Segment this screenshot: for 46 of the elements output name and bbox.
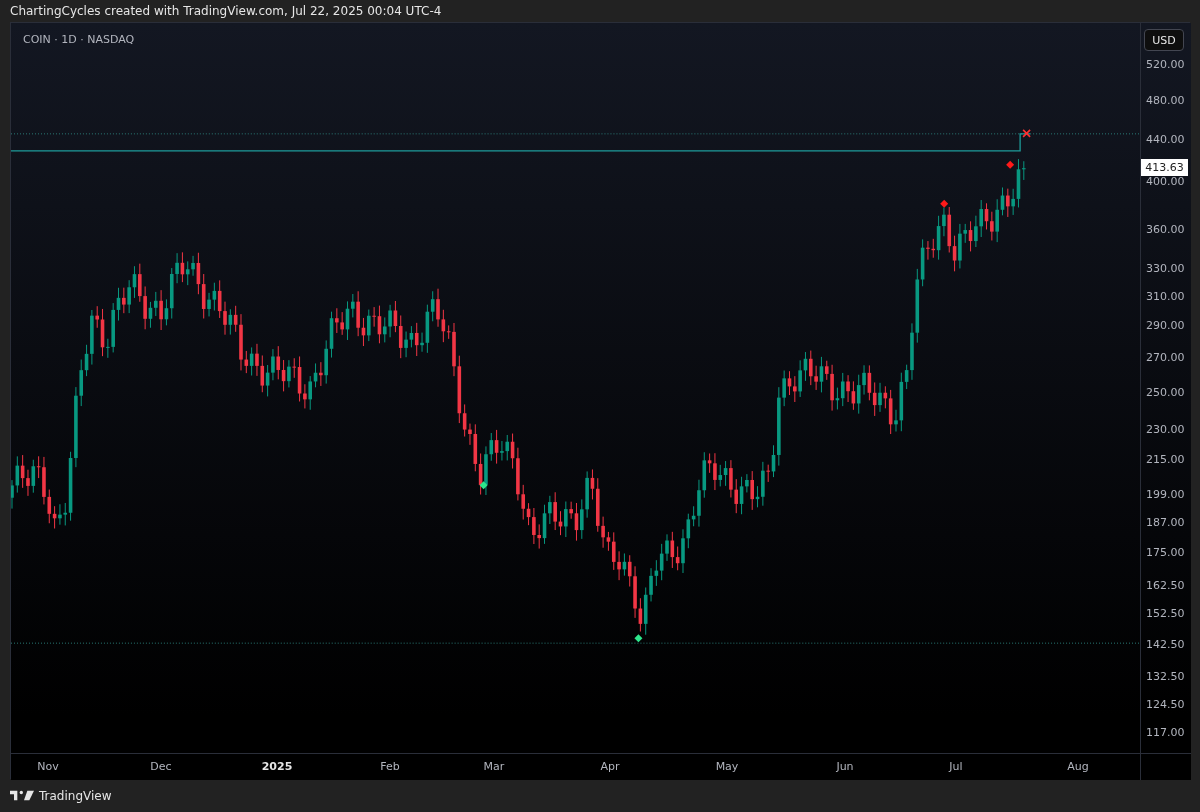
axis-corner [1141,754,1191,780]
price-label: 250.00 [1146,385,1185,399]
logo-icon [10,790,34,801]
price-axis[interactable]: USD 520.00 480.00 440.00 400.00 360.00 330.00 310.00 290.00 270.00 250.00 230.00 215.00 199.00 187.00 175.00 162.50 152.50 142.50 132.50 124.50 117.00 413.63 [1141,23,1191,754]
time-label: 2025 [260,760,294,773]
brand-name: TradingView [39,788,112,803]
time-label: Apr [599,760,621,773]
price-label: 162.50 [1146,578,1185,592]
price-label: 124.50 [1146,698,1185,712]
price-label: 310.00 [1146,289,1185,303]
cross-icon [1022,129,1031,138]
time-label: Jul [947,760,964,773]
price-label: 117.00 [1146,726,1185,739]
price-label: 400.00 [1146,175,1185,189]
price-label: 142.50 [1146,637,1185,651]
price-label: 175.00 [1146,545,1185,559]
diamond-icon [1006,160,1015,169]
price-label: 152.50 [1146,607,1185,621]
symbol-legend: COIN · 1D · NASDAQ [23,33,135,46]
time-label: Feb [379,760,401,773]
time-label: Mar [482,760,506,773]
time-label: Dec [149,760,173,773]
price-label: 440.00 [1146,132,1185,146]
chart-area[interactable]: COIN · 1D · NASDAQ [11,23,1141,754]
last-price-label: 413.63 [1141,159,1188,177]
time-label: Jun [835,760,855,773]
chart-caption: ChartingCycles created with TradingView.com, Jul 22, 2025 00:04 UTC-4 [10,4,442,18]
price-label: 215.00 [1146,453,1185,467]
time-label: Nov [36,760,60,773]
price-label: 330.00 [1146,261,1185,275]
time-axis[interactable]: Nov Dec 2025 Feb Mar Apr May Jun Jul Aug [11,754,1141,780]
price-label: 199.00 [1146,488,1185,502]
time-label: May [714,760,740,773]
price-label: 290.00 [1146,319,1185,333]
price-label: 480.00 [1146,93,1185,107]
diamond-icon [940,199,949,208]
price-label: 360.00 [1146,222,1185,236]
currency-button[interactable]: USD [1144,29,1184,51]
price-label: 520.00 [1146,57,1185,71]
time-label: Aug [1066,760,1090,773]
price-label: 230.00 [1146,423,1185,437]
diamond-icon [634,634,643,643]
price-label: 187.00 [1146,516,1185,529]
price-label: 270.00 [1146,351,1185,365]
diamond-icon [479,481,488,490]
price-label: 132.50 [1146,670,1185,684]
